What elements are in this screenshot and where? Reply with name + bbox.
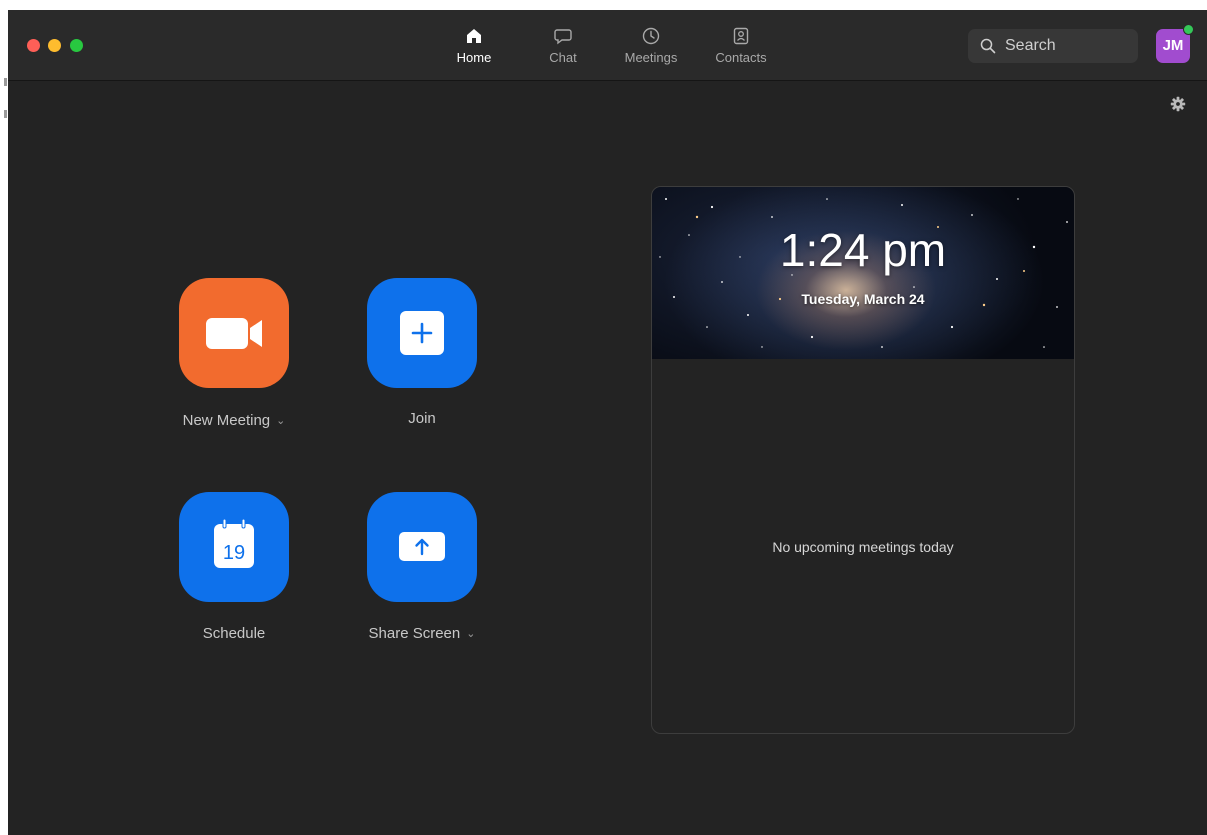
chevron-down-icon[interactable]: ⌄: [466, 628, 475, 640]
contacts-icon: [733, 27, 749, 45]
share-screen-button[interactable]: [367, 492, 477, 602]
calendar-icon: 19: [214, 518, 254, 568]
upcoming-meetings-panel: 1:24 pm Tuesday, March 24 No upcoming me…: [651, 186, 1075, 734]
calendar-day-number: 19: [223, 542, 245, 564]
tab-chat[interactable]: Chat: [523, 24, 603, 70]
desktop-edge: [0, 10, 8, 835]
tab-home[interactable]: Home: [434, 24, 514, 70]
tab-home-label: Home: [456, 50, 492, 65]
join-label: Join: [408, 410, 436, 427]
share-screen-label-wrap[interactable]: Share Screen ⌄: [332, 625, 512, 642]
video-camera-icon: [206, 318, 262, 349]
minimize-window-button[interactable]: [48, 39, 61, 52]
tab-meetings[interactable]: Meetings: [611, 24, 691, 70]
title-bar: Home Chat Meetings Contacts Search JM: [8, 10, 1207, 81]
plus-icon: [400, 311, 444, 355]
close-window-button[interactable]: [27, 39, 40, 52]
tab-meetings-label: Meetings: [624, 50, 678, 65]
avatar[interactable]: JM: [1156, 24, 1194, 63]
chat-icon: [554, 29, 572, 45]
clock-icon: [642, 27, 660, 45]
search-icon: [980, 38, 996, 54]
avatar-initials: JM: [1162, 37, 1184, 54]
schedule-button[interactable]: 19: [179, 492, 289, 602]
tab-chat-label: Chat: [549, 50, 577, 65]
home-icon: [467, 29, 481, 43]
share-screen-label: Share Screen: [368, 625, 461, 642]
upload-arrow-icon: [399, 532, 445, 561]
current-time: 1:24 pm: [779, 224, 947, 276]
tab-contacts[interactable]: Contacts: [701, 24, 781, 70]
schedule-label-wrap: Schedule: [144, 625, 324, 642]
tab-contacts-label: Contacts: [715, 50, 767, 65]
new-meeting-button[interactable]: [179, 278, 289, 388]
join-button[interactable]: [367, 278, 477, 388]
schedule-label: Schedule: [202, 625, 266, 642]
zoom-window: Home Chat Meetings Contacts Search JM Ne…: [8, 10, 1207, 835]
new-meeting-label: New Meeting: [182, 412, 271, 429]
clock-header-galaxy-image: 1:24 pm Tuesday, March 24: [652, 187, 1074, 359]
search-field[interactable]: Search: [968, 29, 1138, 63]
empty-state-message: No upcoming meetings today: [772, 539, 954, 555]
chevron-down-icon[interactable]: ⌄: [276, 415, 285, 427]
zoom-window-button[interactable]: [70, 39, 83, 52]
new-meeting-label-wrap[interactable]: New Meeting ⌄: [144, 412, 324, 429]
settings-gear-icon[interactable]: [1170, 96, 1186, 112]
join-label-wrap: Join: [332, 410, 512, 427]
online-status-indicator: [1183, 24, 1194, 35]
search-label: Search: [1005, 37, 1056, 54]
current-date: Tuesday, March 24: [801, 291, 925, 307]
